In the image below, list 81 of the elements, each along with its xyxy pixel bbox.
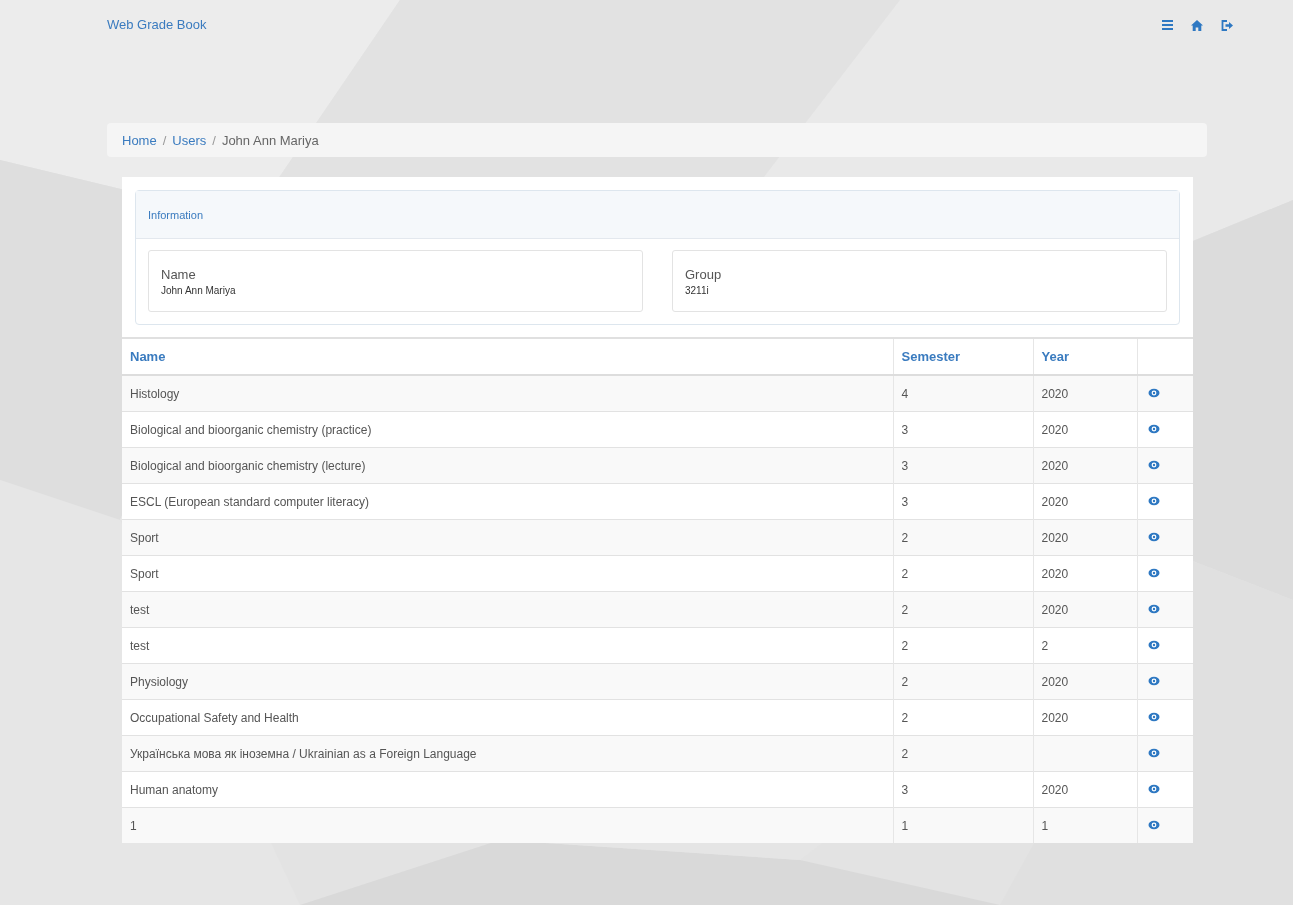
table-cell: 3 [893, 483, 1033, 520]
table-cell: Українська мова як іноземна / Ukrainian as a Foreign Language [122, 735, 893, 772]
table-cell: 2 [893, 555, 1033, 592]
table-cell: 2 [1033, 627, 1137, 664]
table-cell: 2020 [1033, 375, 1137, 412]
table-cell: 2020 [1033, 699, 1137, 736]
table-cell: 2020 [1033, 483, 1137, 520]
menu-button[interactable] [1162, 20, 1173, 30]
table-cell: 2020 [1033, 771, 1137, 808]
table-cell: Biological and bioorganic chemistry (practice) [122, 411, 893, 448]
eye-icon [1147, 603, 1160, 614]
home-icon [1191, 19, 1203, 31]
view-button[interactable] [1147, 531, 1160, 542]
table-cell: test [122, 591, 893, 628]
eye-icon [1147, 639, 1160, 650]
eye-icon [1147, 531, 1160, 542]
view-button[interactable] [1147, 495, 1160, 506]
brand-link[interactable]: Web Grade Book [107, 16, 207, 32]
breadcrumb-separator: / [162, 132, 167, 148]
view-button[interactable] [1147, 603, 1160, 614]
eye-icon [1147, 495, 1160, 506]
view-button[interactable] [1147, 711, 1160, 722]
field-value: John Ann Mariya [161, 284, 237, 296]
table-cell: Occupational Safety and Health [122, 699, 893, 736]
eye-icon [1147, 459, 1160, 470]
table-cell: Histology [122, 375, 893, 412]
eye-icon [1147, 711, 1160, 722]
breadcrumb-link[interactable]: Users [172, 132, 207, 148]
table-cell: 2020 [1033, 411, 1137, 448]
logout-button[interactable] [1221, 19, 1233, 31]
eye-icon [1147, 783, 1160, 794]
view-button[interactable] [1147, 423, 1160, 434]
table-cell: Sport [122, 519, 893, 556]
table-cell: 3 [893, 771, 1033, 808]
table-cell: 2020 [1033, 447, 1137, 484]
view-button[interactable] [1147, 567, 1160, 578]
view-button[interactable] [1147, 819, 1160, 830]
table-cell: 1 [893, 807, 1033, 843]
table-cell: 2 [893, 627, 1033, 664]
table-cell: Human anatomy [122, 771, 893, 808]
eye-icon [1147, 567, 1160, 578]
table-cell: 4 [893, 375, 1033, 412]
current-page-label: John Ann Mariya [221, 132, 319, 148]
view-button[interactable] [1147, 783, 1160, 794]
panel-title: Information [136, 191, 1179, 239]
table-cell: 2 [893, 519, 1033, 556]
table-cell: 2 [893, 699, 1033, 736]
table-cell: 2 [893, 663, 1033, 700]
view-button[interactable] [1147, 675, 1160, 686]
view-button[interactable] [1147, 747, 1160, 758]
home-button[interactable] [1191, 19, 1203, 31]
view-button[interactable] [1147, 639, 1160, 650]
logout-icon [1221, 19, 1233, 31]
table-cell: 2020 [1033, 555, 1137, 592]
eye-icon [1147, 819, 1160, 830]
table-cell: 2020 [1033, 591, 1137, 628]
view-button[interactable] [1147, 387, 1160, 398]
table-cell: 3 [893, 411, 1033, 448]
table-cell: Sport [122, 555, 893, 592]
table-cell: 1 [1033, 807, 1137, 843]
table-cell: 2020 [1033, 519, 1137, 556]
table-cell: 3 [893, 447, 1033, 484]
eye-icon [1147, 423, 1160, 434]
field-value: 3211i [685, 284, 710, 296]
eye-icon [1147, 747, 1160, 758]
table-cell: 2 [893, 735, 1033, 772]
table-cell: 2020 [1033, 663, 1137, 700]
table-cell: test [122, 627, 893, 664]
view-button[interactable] [1147, 459, 1160, 470]
eye-icon [1147, 387, 1160, 398]
field-label: Group [685, 266, 723, 282]
table-cell: 1 [122, 807, 893, 843]
eye-icon [1147, 675, 1160, 686]
breadcrumb-separator: / [212, 132, 216, 148]
menu-icon [1162, 20, 1173, 30]
table-cell: 2 [893, 591, 1033, 628]
table-cell: Biological and bioorganic chemistry (lecture) [122, 447, 893, 484]
table-cell: Physiology [122, 663, 893, 700]
table-cell: ESCL (European standard computer literacy) [122, 483, 893, 520]
field-label: Name [161, 266, 197, 282]
breadcrumb-link[interactable]: Home [122, 132, 157, 148]
